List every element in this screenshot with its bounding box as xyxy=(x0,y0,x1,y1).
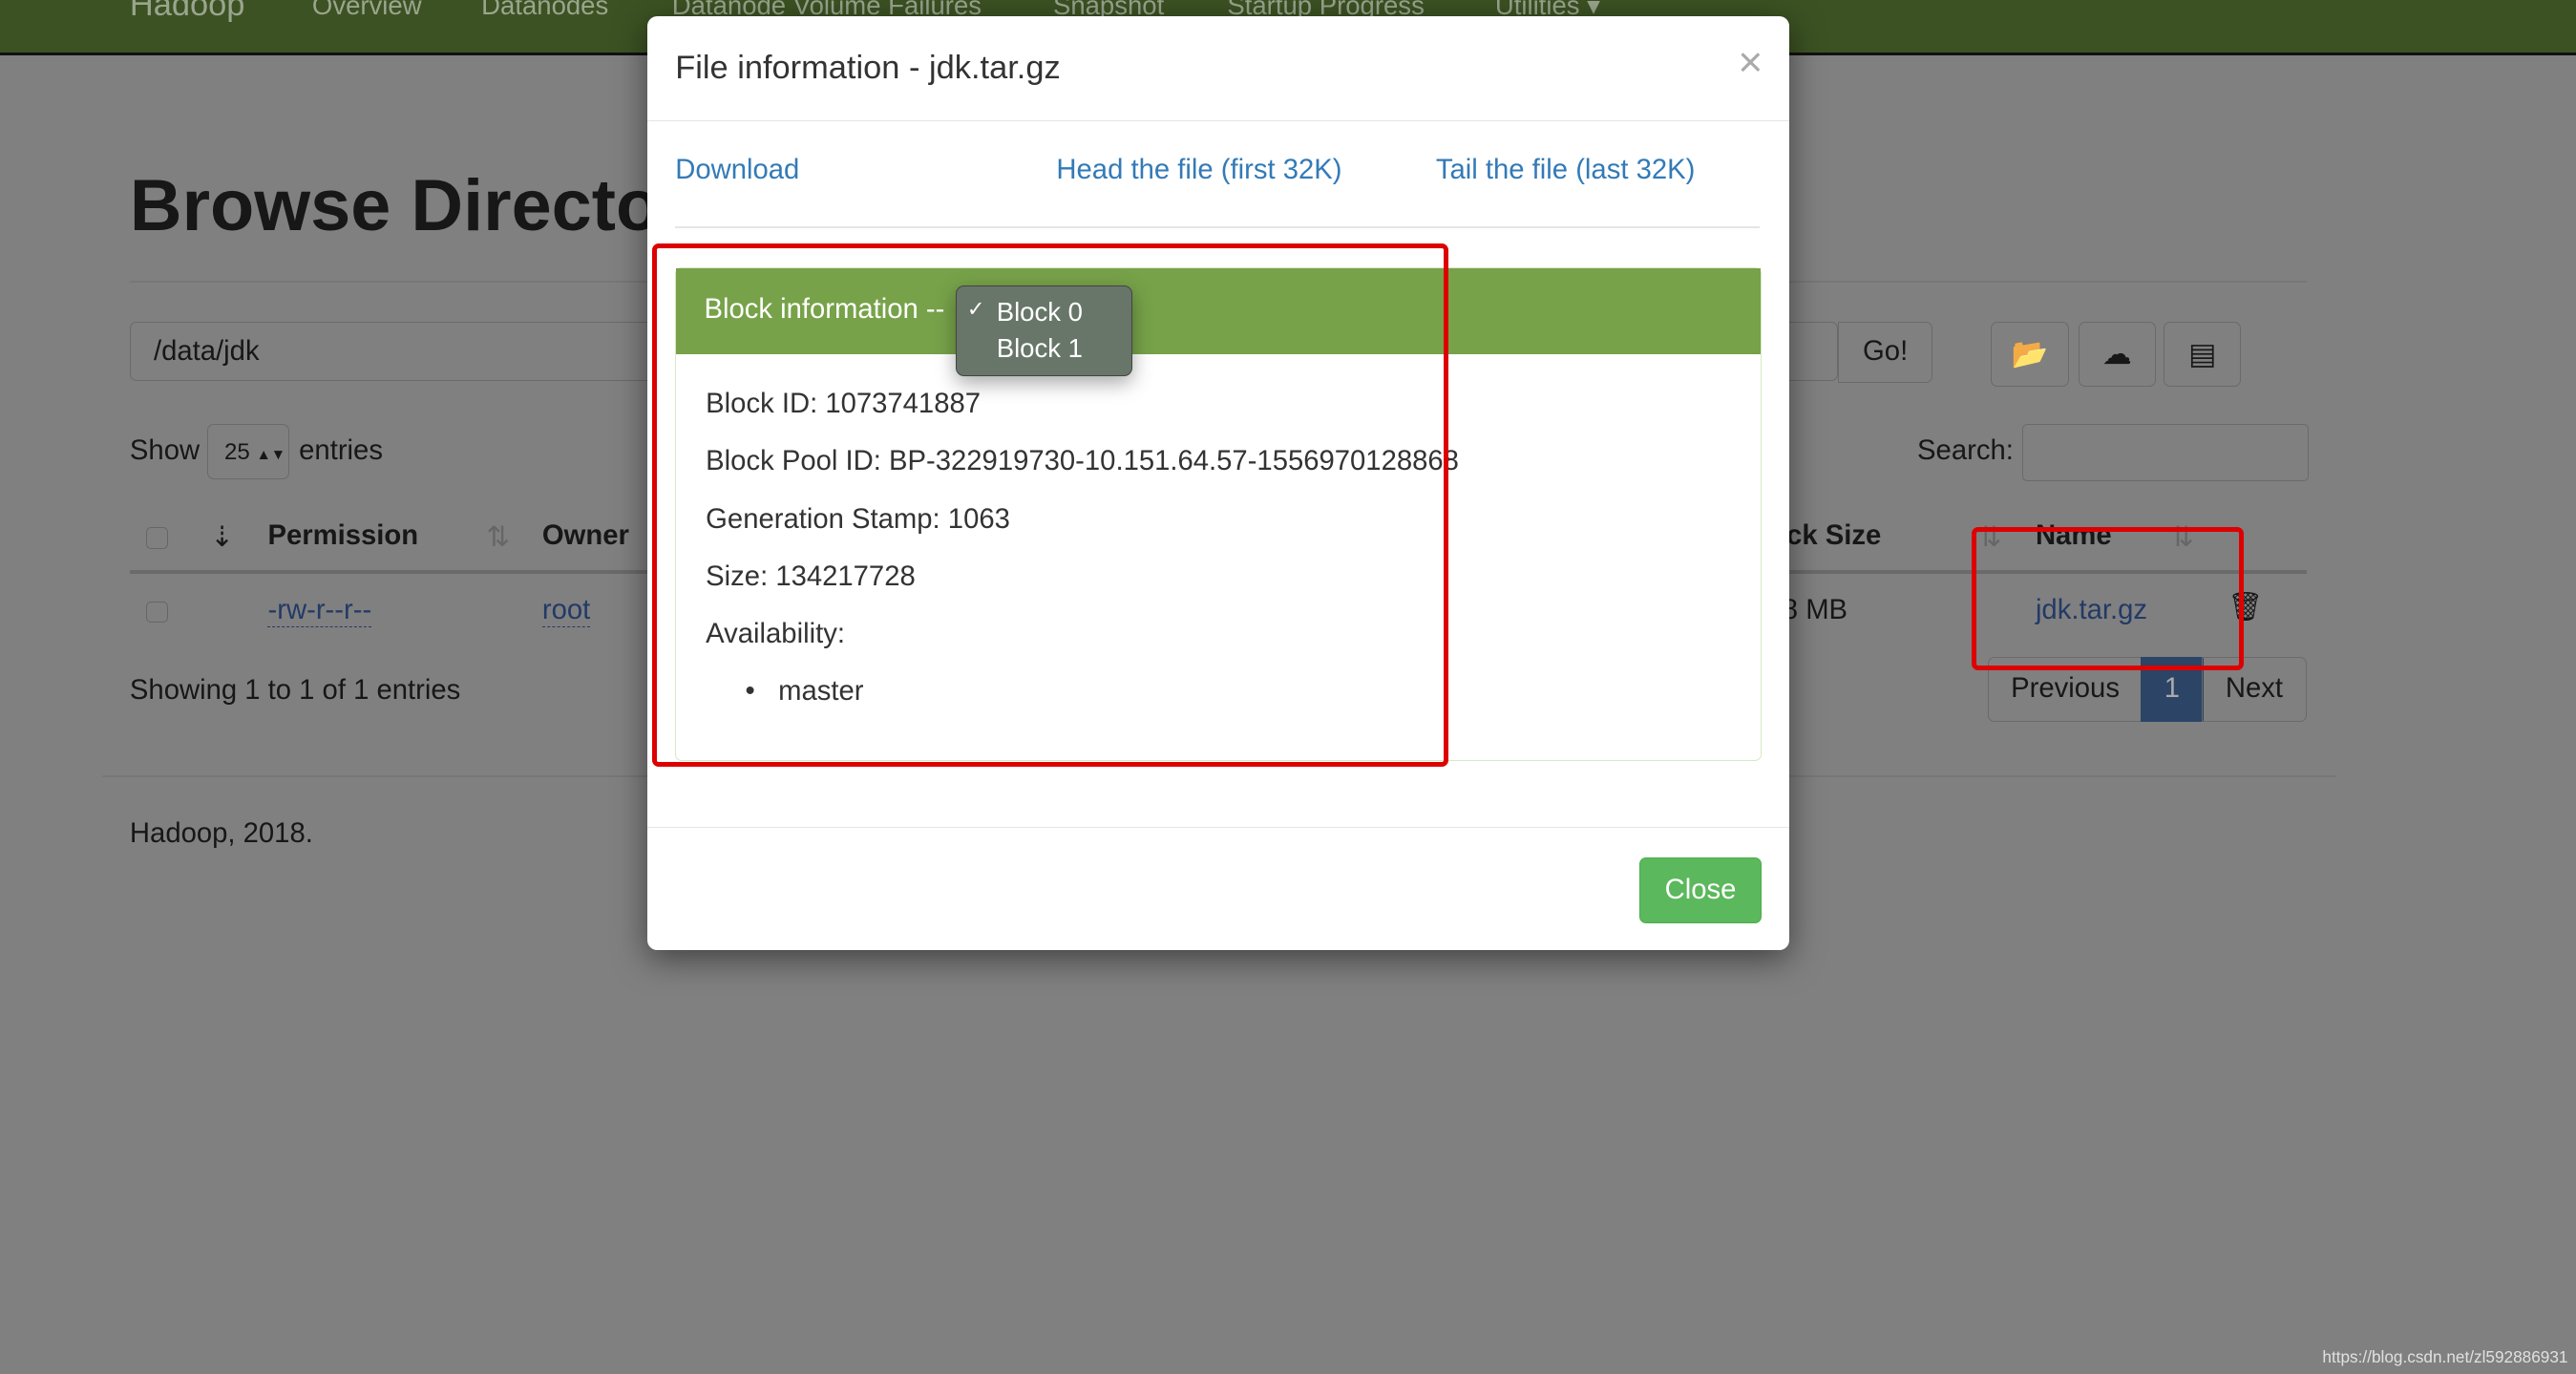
entries-label: entries xyxy=(299,434,383,466)
row-permission[interactable]: -rw-r--r-- xyxy=(267,595,372,627)
links-divider xyxy=(675,226,1760,229)
footer: Hadoop, 2018. xyxy=(129,817,313,849)
entries-select[interactable]: 25 ▲▼ xyxy=(206,423,289,480)
modal-header-divider xyxy=(646,119,1789,122)
showing-info: Showing 1 to 1 of 1 entries xyxy=(129,675,461,707)
watermark: https://blog.csdn.net/zl592886931 xyxy=(2322,1346,2568,1366)
page: Hadoop Overview Datanodes Datanode Volum… xyxy=(0,0,2576,1374)
row-checkbox[interactable] xyxy=(146,601,168,624)
col-owner[interactable]: Owner xyxy=(542,520,629,552)
cloud-upload-icon: ☁ xyxy=(2101,337,2132,371)
close-icon[interactable]: × xyxy=(1738,39,1763,87)
download-link[interactable]: Download xyxy=(675,155,799,186)
modal-footer-divider xyxy=(646,826,1789,829)
folder-icon: 📂 xyxy=(2011,337,2049,371)
create-folder-button[interactable]: 📂 xyxy=(1991,322,2069,387)
nav-datanodes[interactable]: Datanodes xyxy=(481,0,608,21)
sort-icon[interactable]: ⇅ xyxy=(486,520,510,554)
list-icon: ▤ xyxy=(2188,337,2217,371)
updown-icon: ▲▼ xyxy=(256,446,286,463)
search-label: Search: xyxy=(1917,434,2014,466)
brand[interactable]: Hadoop xyxy=(130,0,245,24)
modal-title: File information - jdk.tar.gz xyxy=(675,49,1061,86)
upload-button[interactable]: ☁ xyxy=(2078,322,2156,387)
col-permission[interactable]: Permission xyxy=(267,520,418,552)
annotation-box xyxy=(652,243,1449,768)
select-all-checkbox[interactable] xyxy=(146,527,168,549)
head-file-link[interactable]: Head the file (first 32K) xyxy=(1056,155,1341,186)
nav-overview[interactable]: Overview xyxy=(312,0,422,21)
entries-value: 25 xyxy=(224,438,250,465)
row-owner[interactable]: root xyxy=(541,595,591,627)
search-input[interactable] xyxy=(2022,423,2309,482)
close-button[interactable]: Close xyxy=(1639,857,1762,924)
cut-paste-button[interactable]: ▤ xyxy=(2164,322,2242,387)
sort-icon[interactable]: ⇣ xyxy=(210,520,234,554)
tail-file-link[interactable]: Tail the file (last 32K) xyxy=(1436,155,1696,186)
file-info-modal: File information - jdk.tar.gz × Download… xyxy=(646,16,1789,950)
go-button[interactable]: Go! xyxy=(1838,322,1932,384)
page-title: Browse Directory xyxy=(129,165,728,247)
annotation-box xyxy=(1971,527,2245,670)
show-label: Show xyxy=(129,434,201,466)
